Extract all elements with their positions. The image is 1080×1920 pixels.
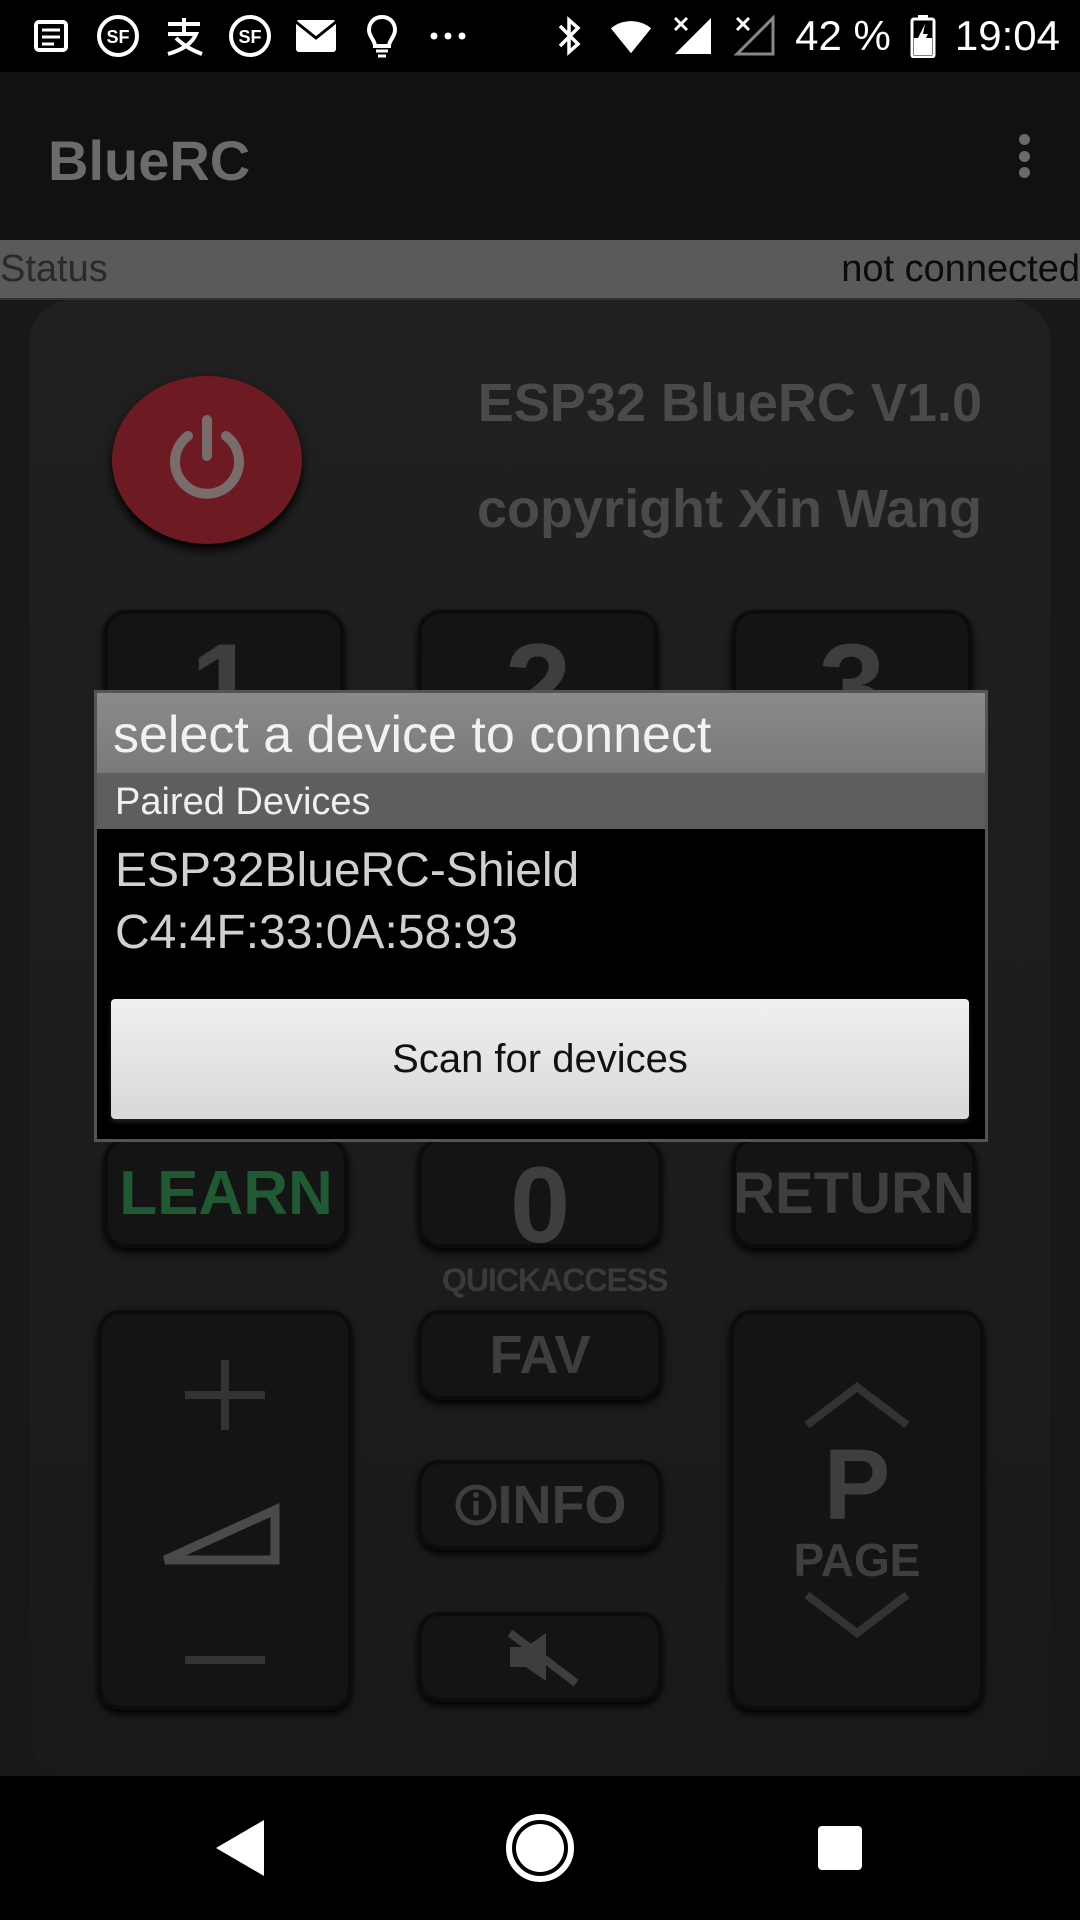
back-icon[interactable] xyxy=(204,1812,276,1884)
power-button[interactable] xyxy=(112,376,302,544)
more-notifications-icon xyxy=(426,14,470,58)
lightbulb-icon xyxy=(360,14,404,58)
dialog-title: select a device to connect xyxy=(113,706,712,764)
news-icon xyxy=(30,14,74,58)
svg-text:SF: SF xyxy=(238,27,261,47)
dialog-title-bar: select a device to connect xyxy=(97,693,985,773)
app-bar: BlueRC xyxy=(0,72,1080,240)
paired-devices-header: Paired Devices xyxy=(97,773,985,829)
device-name: ESP32BlueRC-Shield xyxy=(115,844,580,897)
recents-icon[interactable] xyxy=(804,1812,876,1884)
alipay-icon xyxy=(162,14,206,58)
wifi-icon xyxy=(609,14,653,58)
status-value: not connected xyxy=(841,248,1080,290)
chevron-up-icon xyxy=(804,1381,910,1428)
system-icons: 42 % 19:04 xyxy=(547,10,1060,62)
remote-title-line2: copyright Xin Wang xyxy=(477,479,982,539)
battery-icon xyxy=(909,14,937,58)
scan-devices-button[interactable]: Scan for devices xyxy=(111,999,969,1119)
sf-icon: SF xyxy=(228,14,272,58)
more-vert-icon[interactable] xyxy=(996,128,1052,184)
volume-rocker[interactable] xyxy=(98,1310,352,1710)
mute-button[interactable] xyxy=(418,1612,662,1702)
home-icon[interactable] xyxy=(504,1812,576,1884)
status-bar: SF SF 42 % 19:04 xyxy=(0,0,1080,72)
key-0[interactable]: 0 xyxy=(418,1138,662,1265)
chevron-down-icon xyxy=(804,1592,910,1639)
svg-text:SF: SF xyxy=(106,27,129,47)
power-icon xyxy=(170,415,244,499)
paired-devices-label: Paired Devices xyxy=(115,781,371,823)
device-picker-dialog: select a device to connect Paired Device… xyxy=(94,690,988,1142)
info-icon xyxy=(455,1484,496,1526)
learn-button[interactable]: LEARN xyxy=(104,1138,348,1248)
clock: 19:04 xyxy=(954,12,1060,59)
connection-status-row: Status not connected xyxy=(0,240,1080,300)
info-button[interactable]: INFO xyxy=(418,1460,662,1550)
volume-icon xyxy=(163,1360,280,1664)
cell-signal-icon xyxy=(671,14,715,58)
info-label: INFO xyxy=(497,1475,627,1535)
fav-button[interactable]: FAV xyxy=(418,1310,662,1400)
battery-percent: 42 % xyxy=(795,12,891,59)
page-label: PAGE xyxy=(793,1533,921,1586)
paired-device-item[interactable]: ESP32BlueRC-Shield C4:4F:33:0A:58:93 xyxy=(97,829,985,975)
sf-icon: SF xyxy=(96,14,140,58)
page-p-label: P xyxy=(823,1428,891,1541)
navigation-bar xyxy=(0,1776,1080,1920)
mute-icon xyxy=(507,1629,579,1687)
mail-icon xyxy=(294,14,338,58)
cell-signal-off-icon xyxy=(733,14,777,58)
quickaccess-label: QUICKACCESS xyxy=(442,1262,668,1298)
status-label: Status xyxy=(0,248,108,290)
device-address: C4:4F:33:0A:58:93 xyxy=(115,906,518,959)
return-button[interactable]: RETURN xyxy=(732,1138,976,1248)
bluetooth-icon xyxy=(547,14,591,58)
page-rocker[interactable]: P PAGE xyxy=(730,1310,984,1710)
remote-title-line1: ESP32 BlueRC V1.0 xyxy=(477,373,982,433)
notification-icons: SF SF xyxy=(30,10,470,62)
app-title: BlueRC xyxy=(48,129,251,192)
